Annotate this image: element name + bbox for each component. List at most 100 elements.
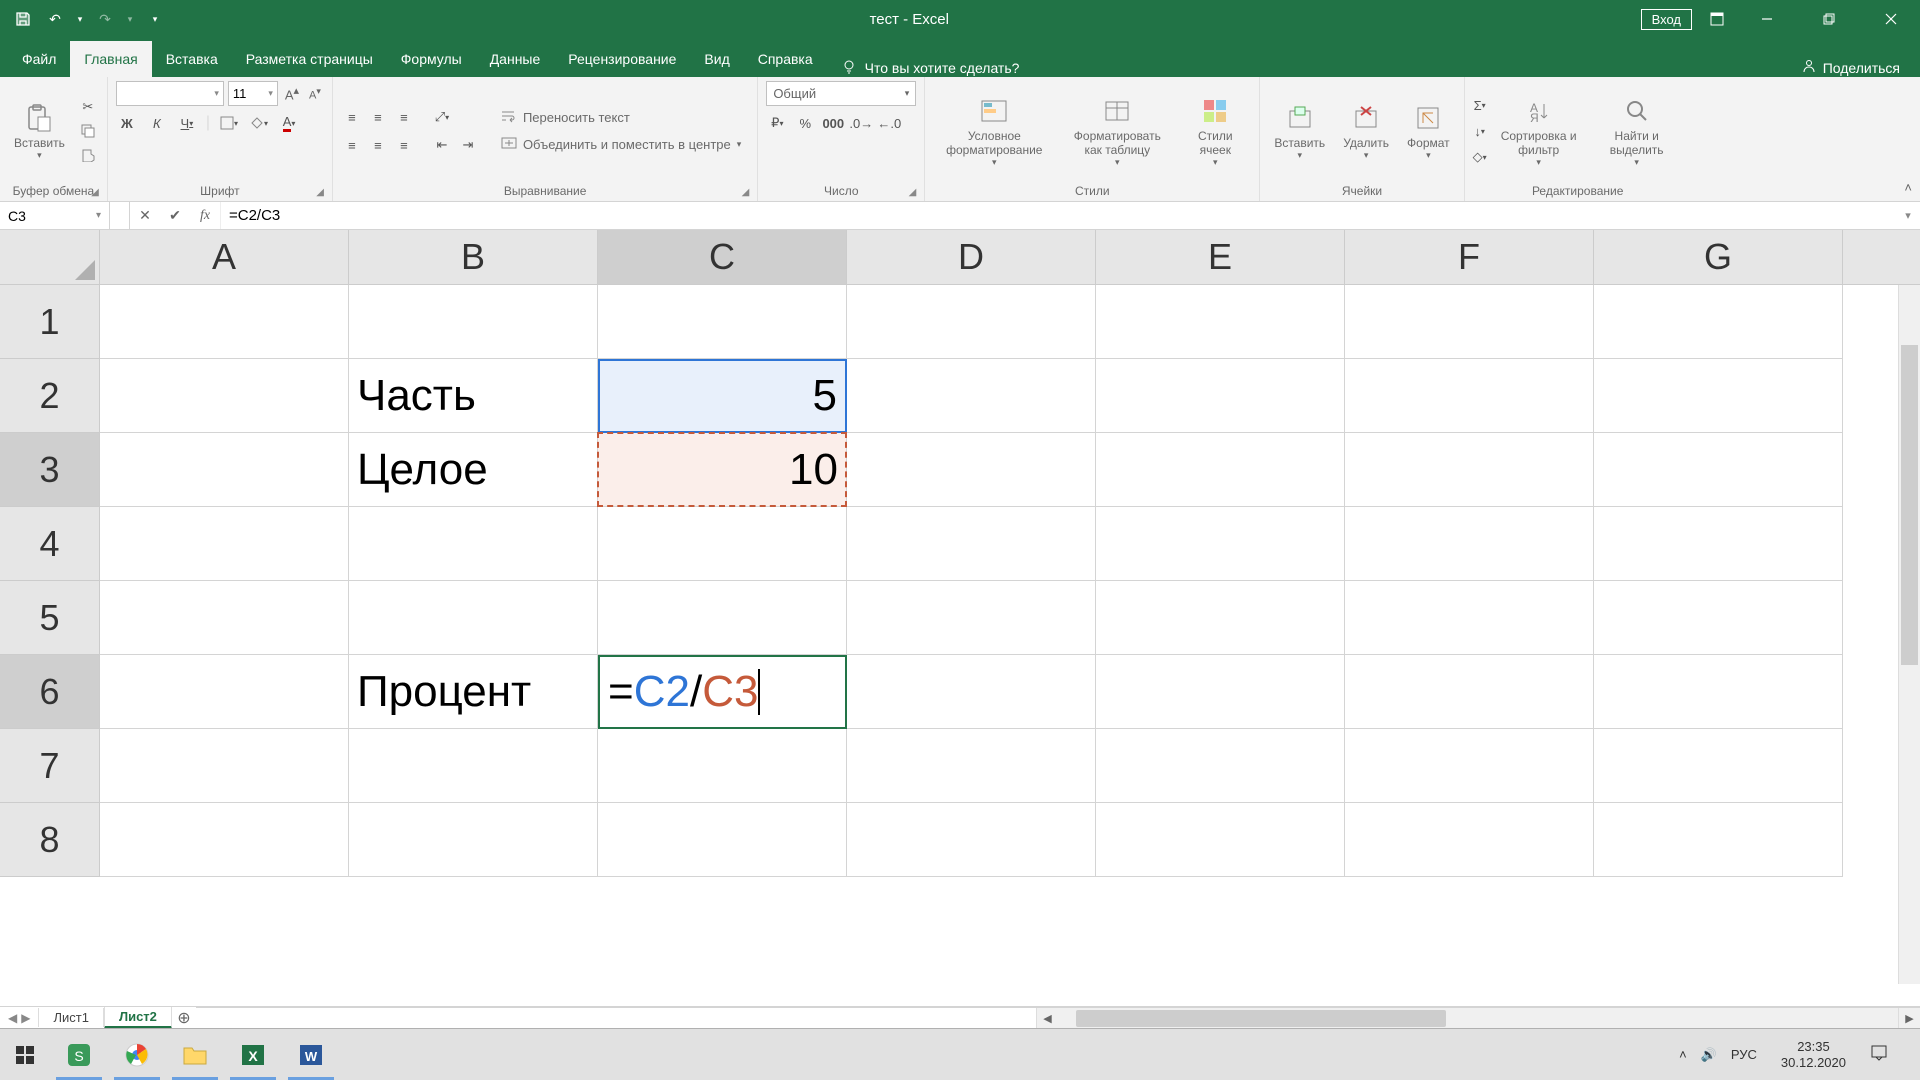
cell-D2[interactable] bbox=[847, 359, 1096, 433]
cell-E3[interactable] bbox=[1096, 433, 1345, 507]
underline-button[interactable]: Ч ▾ bbox=[176, 112, 198, 134]
copy-icon[interactable] bbox=[77, 120, 99, 142]
scroll-right-icon[interactable]: ▶ bbox=[1898, 1008, 1920, 1029]
tray-volume-icon[interactable]: 🔊 bbox=[1701, 1047, 1717, 1063]
clear-icon[interactable]: ◇ ▾ bbox=[1473, 146, 1487, 168]
cell-D3[interactable] bbox=[847, 433, 1096, 507]
grid-body[interactable]: 1 2 Часть 5 3 Целое 10 bbox=[0, 285, 1920, 1006]
row-header-6[interactable]: 6 bbox=[0, 655, 100, 729]
insert-function-button[interactable]: fx bbox=[190, 202, 220, 229]
cell-styles-button[interactable]: Стили ячеек▾ bbox=[1179, 93, 1251, 170]
increase-decimal-icon[interactable]: .0→ bbox=[850, 112, 872, 134]
cell-F5[interactable] bbox=[1345, 581, 1594, 655]
task-excel[interactable]: X bbox=[224, 1029, 282, 1080]
sheet-tab-2[interactable]: Лист2 bbox=[104, 1007, 172, 1029]
cell-G8[interactable] bbox=[1594, 803, 1843, 877]
cell-A3[interactable] bbox=[100, 433, 349, 507]
borders-button[interactable]: ▾ bbox=[218, 112, 240, 134]
vertical-scrollbar[interactable] bbox=[1898, 285, 1920, 984]
cell-C4[interactable] bbox=[598, 507, 847, 581]
cut-icon[interactable]: ✂ bbox=[77, 96, 99, 118]
cell-F2[interactable] bbox=[1345, 359, 1594, 433]
task-explorer[interactable] bbox=[166, 1029, 224, 1080]
task-app-1[interactable]: S bbox=[50, 1029, 108, 1080]
cell-G4[interactable] bbox=[1594, 507, 1843, 581]
decrease-font-icon[interactable]: A▾ bbox=[306, 86, 324, 102]
cell-E6[interactable] bbox=[1096, 655, 1345, 729]
row-header-5[interactable]: 5 bbox=[0, 581, 100, 655]
align-middle-icon[interactable]: ≡ bbox=[367, 106, 389, 128]
col-header-D[interactable]: D bbox=[847, 230, 1096, 284]
font-size-input[interactable]: 11▾ bbox=[228, 81, 278, 106]
row-header-2[interactable]: 2 bbox=[0, 359, 100, 433]
dialog-launcher-icon[interactable]: ◢ bbox=[316, 187, 324, 198]
cell-E7[interactable] bbox=[1096, 729, 1345, 803]
close-button[interactable] bbox=[1866, 0, 1916, 38]
fill-color-button[interactable]: ▾ bbox=[248, 112, 270, 134]
delete-cells-button[interactable]: Удалить▾ bbox=[1337, 100, 1395, 163]
cell-C1[interactable] bbox=[598, 285, 847, 359]
tab-file[interactable]: Файл bbox=[8, 41, 70, 77]
cell-C5[interactable] bbox=[598, 581, 847, 655]
tab-page-layout[interactable]: Разметка страницы bbox=[232, 41, 387, 77]
sheet-tab-1[interactable]: Лист1 bbox=[38, 1008, 103, 1027]
fill-icon[interactable]: ↓ ▾ bbox=[1473, 120, 1487, 142]
horizontal-scrollbar[interactable]: ◀ ▶ bbox=[196, 1007, 1920, 1029]
sheet-nav-prev-icon[interactable]: ◀ bbox=[8, 1011, 17, 1025]
name-box[interactable]: C3 ▾ bbox=[0, 202, 110, 229]
align-right-icon[interactable]: ≡ bbox=[393, 134, 415, 156]
undo-dropdown-icon[interactable]: ▾ bbox=[74, 6, 86, 32]
cell-G7[interactable] bbox=[1594, 729, 1843, 803]
qat-customize-icon[interactable]: ▾ bbox=[142, 6, 168, 32]
enter-formula-button[interactable]: ✔ bbox=[160, 202, 190, 229]
cell-B1[interactable] bbox=[349, 285, 598, 359]
row-header-7[interactable]: 7 bbox=[0, 729, 100, 803]
row-header-3[interactable]: 3 bbox=[0, 433, 100, 507]
cell-B4[interactable] bbox=[349, 507, 598, 581]
cell-D5[interactable] bbox=[847, 581, 1096, 655]
cell-B5[interactable] bbox=[349, 581, 598, 655]
scroll-left-icon[interactable]: ◀ bbox=[1036, 1008, 1058, 1029]
redo-dropdown-icon[interactable]: ▾ bbox=[124, 6, 136, 32]
increase-indent-icon[interactable]: ⇥ bbox=[457, 134, 479, 156]
tab-review[interactable]: Рецензирование bbox=[554, 41, 690, 77]
cell-E5[interactable] bbox=[1096, 581, 1345, 655]
cell-F3[interactable] bbox=[1345, 433, 1594, 507]
tray-chevron-icon[interactable]: ˄ bbox=[1679, 1047, 1687, 1062]
font-color-button[interactable]: A▾ bbox=[278, 112, 300, 134]
bold-button[interactable]: Ж bbox=[116, 112, 138, 134]
cell-A7[interactable] bbox=[100, 729, 349, 803]
col-header-F[interactable]: F bbox=[1345, 230, 1594, 284]
cell-G1[interactable] bbox=[1594, 285, 1843, 359]
tab-insert[interactable]: Вставка bbox=[152, 41, 232, 77]
expand-formula-bar-icon[interactable]: ▾ bbox=[1896, 209, 1920, 222]
dialog-launcher-icon[interactable]: ◢ bbox=[909, 187, 917, 198]
ribbon-display-icon[interactable] bbox=[1704, 6, 1730, 32]
font-name-input[interactable]: ▾ bbox=[116, 81, 224, 106]
cell-D1[interactable] bbox=[847, 285, 1096, 359]
cancel-formula-button[interactable]: ✕ bbox=[130, 202, 160, 229]
tray-language[interactable]: РУС bbox=[1731, 1047, 1757, 1062]
cell-E4[interactable] bbox=[1096, 507, 1345, 581]
cell-A4[interactable] bbox=[100, 507, 349, 581]
cell-C3[interactable]: 10 bbox=[598, 433, 847, 507]
cell-F1[interactable] bbox=[1345, 285, 1594, 359]
format-cells-button[interactable]: Формат▾ bbox=[1401, 100, 1456, 163]
cell-F4[interactable] bbox=[1345, 507, 1594, 581]
cell-B8[interactable] bbox=[349, 803, 598, 877]
formula-input[interactable]: =C2/C3 bbox=[220, 202, 1896, 229]
percent-icon[interactable]: % bbox=[794, 112, 816, 134]
cell-B3[interactable]: Целое bbox=[349, 433, 598, 507]
cell-G5[interactable] bbox=[1594, 581, 1843, 655]
cell-G6[interactable] bbox=[1594, 655, 1843, 729]
decrease-indent-icon[interactable]: ⇤ bbox=[431, 134, 453, 156]
task-chrome[interactable] bbox=[108, 1029, 166, 1080]
orientation-icon[interactable]: ⤢▾ bbox=[431, 106, 453, 128]
cell-E2[interactable] bbox=[1096, 359, 1345, 433]
dialog-launcher-icon[interactable]: ◢ bbox=[742, 187, 750, 198]
col-header-B[interactable]: B bbox=[349, 230, 598, 284]
format-painter-icon[interactable] bbox=[77, 144, 99, 166]
tab-home[interactable]: Главная bbox=[70, 41, 151, 77]
sort-filter-button[interactable]: AЯ Сортировка и фильтр▾ bbox=[1493, 93, 1585, 170]
save-icon[interactable] bbox=[10, 6, 36, 32]
